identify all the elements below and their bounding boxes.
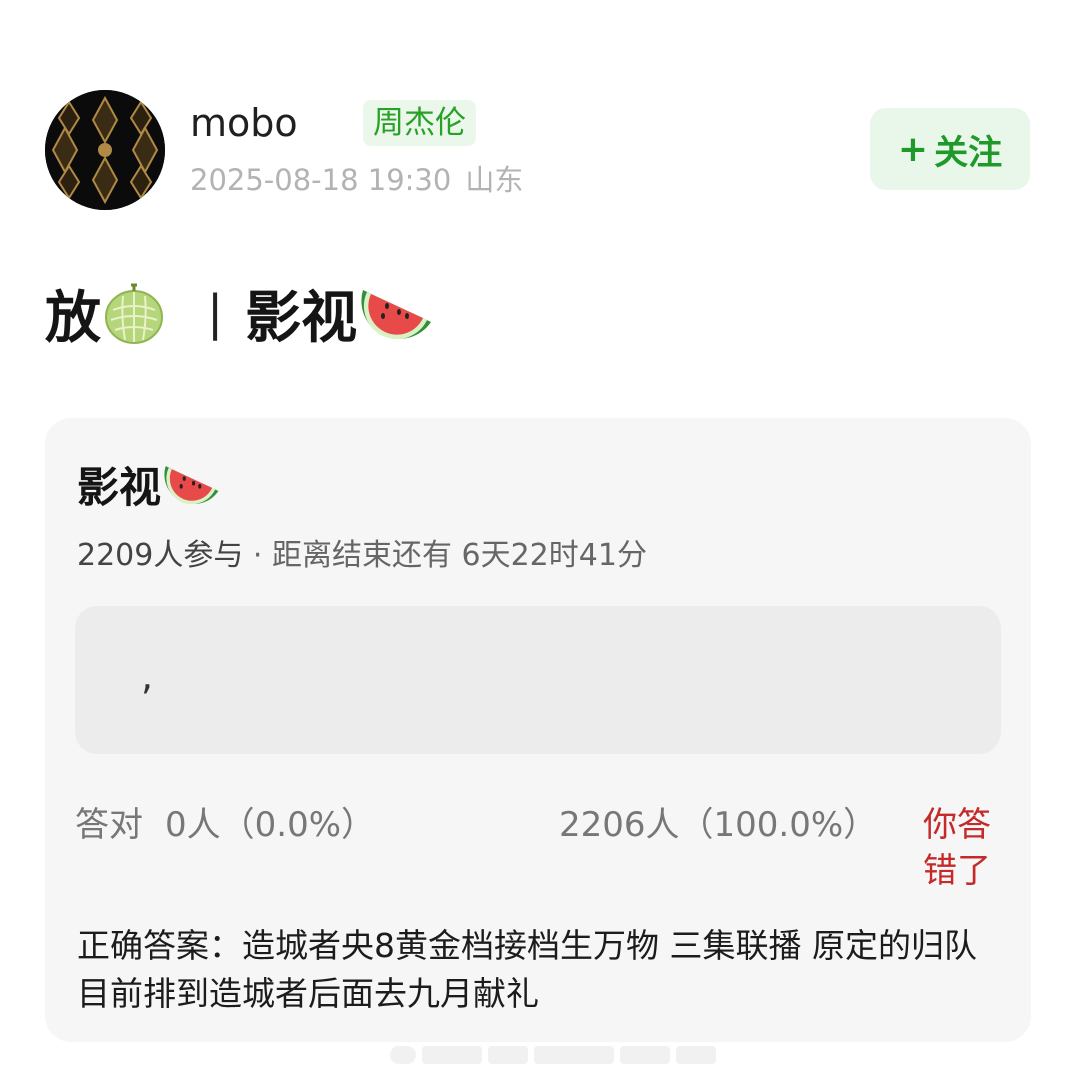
post-timestamp: 2025-08-18 19:30 <box>190 163 452 197</box>
correct-answer: 正确答案：造城者央8黄金档接档生万物 三集联播 原定的归队目前排到造城者后面去九… <box>77 926 977 1013</box>
post-title-text-2: 影视 <box>245 285 358 351</box>
post-location: 山东 <box>465 163 524 197</box>
quiz-meta: 2209人参与 · 距离结束还有 6天22时41分 <box>77 536 647 576</box>
post-meta: 2025-08-18 19:30 山东 <box>190 162 523 198</box>
footer-divider <box>390 1042 720 1068</box>
post-title: 放 | 影视 <box>45 278 437 351</box>
correct-label: 答对 <box>75 805 143 845</box>
follow-label: 关注 <box>934 132 1003 173</box>
quiz-option[interactable]: , <box>75 606 1001 754</box>
melon-icon <box>105 283 163 344</box>
quiz-title-text: 影视 <box>77 462 162 512</box>
post-header: mobo 周杰伦 2025-08-18 19:30 山东 + 关注 <box>45 90 1031 210</box>
result-status: 你答错了 <box>923 805 991 891</box>
follow-button[interactable]: + 关注 <box>870 108 1030 190</box>
countdown: · 距离结束还有 6天22时41分 <box>243 538 647 573</box>
username[interactable]: mobo <box>190 100 298 146</box>
avatar-pattern-icon <box>45 90 165 210</box>
correct-stat: 答对 0人（0.0%） <box>75 802 375 848</box>
plus-icon: + <box>897 128 929 170</box>
avatar[interactable] <box>45 90 165 210</box>
title-separator: | <box>207 285 224 341</box>
post-title-text-1: 放 <box>45 285 101 351</box>
participant-count: 2209人参与 <box>77 538 244 573</box>
quiz-option-text: , <box>141 654 154 698</box>
other-stat: 2206人（100.0%） <box>559 805 878 845</box>
quiz-card: 影视 2209人参与 · 距离结束还有 6天22时41分 , 答对 0人（0.0%… <box>45 418 1031 1042</box>
correct-count: 0人（0.0%） <box>165 805 376 845</box>
watermelon-icon <box>361 290 432 340</box>
user-tag[interactable]: 周杰伦 <box>363 100 476 146</box>
quiz-title: 影视 <box>77 456 223 512</box>
watermelon-icon <box>164 466 219 505</box>
